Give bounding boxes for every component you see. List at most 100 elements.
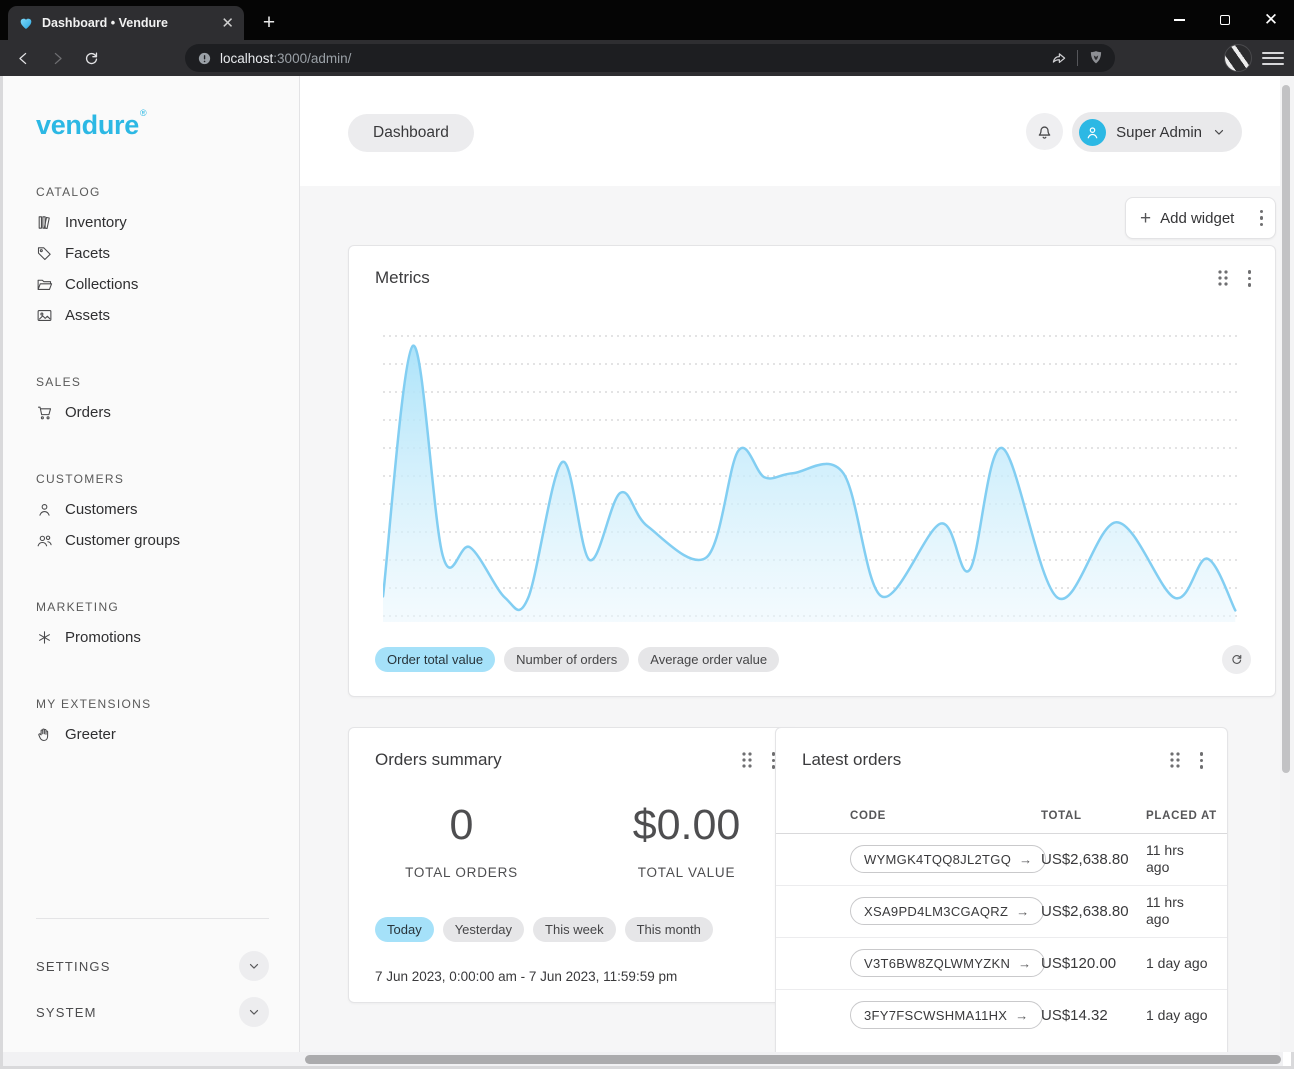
refresh-icon — [1229, 652, 1244, 667]
section-label-sales: SALES — [36, 375, 299, 389]
column-header-placed-at: PLACED AT — [1146, 810, 1227, 822]
sidebar-item-orders[interactable]: Orders — [3, 397, 299, 428]
sidebar-item-label: Greeter — [65, 726, 116, 743]
refresh-button[interactable] — [1222, 645, 1251, 674]
sidebar-item-customers[interactable]: Customers — [3, 494, 299, 525]
cart-icon — [36, 404, 53, 421]
total-orders-stat: 0 TOTAL ORDERS — [349, 801, 574, 880]
summary-filter-this-month[interactable]: This month — [625, 917, 713, 942]
add-widget-button[interactable]: + Add widget — [1125, 197, 1276, 239]
sidebar-item-greeter[interactable]: Greeter — [3, 719, 299, 750]
breadcrumb[interactable]: Dashboard — [348, 114, 474, 152]
hand-icon — [36, 726, 53, 743]
browser-toolbar: localhost:3000/admin/ — [0, 40, 1294, 76]
metric-tab-average-order-value[interactable]: Average order value — [638, 647, 779, 672]
order-placed-at: 1 day ago — [1146, 1007, 1227, 1024]
url-path: :3000/admin/ — [273, 51, 351, 66]
url-text: localhost:3000/admin/ — [220, 51, 1050, 66]
sidebar-item-settings[interactable]: SETTINGS — [36, 948, 269, 984]
brave-shield-icon[interactable] — [1087, 49, 1105, 67]
latest-orders-title: Latest orders — [802, 750, 901, 770]
summary-filter-today[interactable]: Today — [375, 917, 434, 942]
order-code-chip[interactable]: V3T6BW8ZQLWMYZKN→ — [850, 949, 1045, 977]
window-close-button[interactable]: ✕ — [1248, 0, 1294, 40]
latest-orders-table: CODETOTALPLACED ATWYMGK4TQQ8JL2TGQ→US$2,… — [776, 799, 1227, 1041]
settings-label: SETTINGS — [36, 959, 111, 974]
page-header: Dashboard Super Admin — [300, 76, 1283, 186]
drag-handle-icon[interactable] — [1168, 751, 1182, 769]
order-code-chip[interactable]: XSA9PD4LM3CGAQRZ→ — [850, 897, 1044, 925]
system-expand-button[interactable] — [239, 997, 269, 1027]
user-menu[interactable]: Super Admin — [1072, 112, 1242, 152]
site-info-icon[interactable] — [197, 51, 212, 66]
order-placed-at: 11 hrs ago — [1146, 894, 1227, 927]
browser-tab-strip: Dashboard • Vendure ✕ + ✕ — [0, 0, 1294, 40]
browser-window: Dashboard • Vendure ✕ + ✕ localhost:3000… — [0, 0, 1294, 1069]
summary-filter-this-week[interactable]: This week — [533, 917, 616, 942]
asterisk-icon — [36, 629, 53, 646]
column-header-total: TOTAL — [1041, 810, 1146, 822]
book-icon — [36, 214, 53, 231]
widget-menu-icon[interactable] — [1246, 268, 1254, 289]
reload-button[interactable] — [76, 43, 106, 73]
window-minimize-button[interactable] — [1156, 0, 1202, 40]
back-button[interactable] — [8, 43, 38, 73]
sidebar-divider — [36, 918, 269, 919]
forward-button[interactable] — [42, 43, 72, 73]
chevron-down-icon — [247, 1005, 261, 1019]
order-code-chip[interactable]: 3FY7FSCWSHMA11HX→ — [850, 1001, 1043, 1029]
arrow-right-icon: → — [1019, 852, 1032, 867]
section-label-catalog: CATALOG — [36, 185, 299, 199]
sidebar-item-inventory[interactable]: Inventory — [3, 207, 299, 238]
order-total: US$2,638.80 — [1041, 903, 1146, 920]
notifications-button[interactable] — [1026, 113, 1063, 150]
sidebar-item-label: Assets — [65, 307, 110, 324]
browser-profile-avatar[interactable] — [1224, 44, 1252, 72]
maximize-icon — [1220, 15, 1230, 25]
window-maximize-button[interactable] — [1202, 0, 1248, 40]
widget-menu-icon[interactable] — [1198, 750, 1206, 771]
horizontal-scrollbar-thumb[interactable] — [305, 1055, 1281, 1064]
orders-summary-widget: Orders summary 0 TOTAL ORDERS $0.00 — [348, 727, 800, 1003]
folder-icon — [36, 276, 53, 293]
sidebar-item-assets[interactable]: Assets — [3, 300, 299, 331]
share-icon[interactable] — [1050, 49, 1068, 67]
summary-filter-yesterday[interactable]: Yesterday — [443, 917, 524, 942]
table-header-row: CODETOTALPLACED AT — [776, 799, 1227, 833]
sidebar-item-promotions[interactable]: Promotions — [3, 622, 299, 653]
add-widget-menu-icon[interactable] — [1258, 208, 1266, 229]
order-placed-at: 11 hrs ago — [1146, 842, 1227, 875]
browser-menu-button[interactable] — [1262, 47, 1284, 69]
total-value-stat: $0.00 TOTAL VALUE — [574, 801, 799, 880]
date-range-text: 7 Jun 2023, 0:00:00 am - 7 Jun 2023, 11:… — [375, 969, 799, 984]
users-icon — [36, 532, 53, 549]
table-row: 3FY7FSCWSHMA11HX→US$14.321 day ago — [776, 989, 1227, 1041]
tab-close-icon[interactable]: ✕ — [221, 16, 234, 31]
sidebar-item-collections[interactable]: Collections — [3, 269, 299, 300]
browser-tab[interactable]: Dashboard • Vendure ✕ — [8, 6, 244, 40]
url-host: localhost — [220, 51, 273, 66]
address-bar[interactable]: localhost:3000/admin/ — [185, 44, 1115, 72]
order-total: US$2,638.80 — [1041, 851, 1146, 868]
metrics-widget: Metrics — [348, 245, 1276, 697]
sidebar-item-facets[interactable]: Facets — [3, 238, 299, 269]
metric-tab-order-total-value[interactable]: Order total value — [375, 647, 495, 672]
arrow-right-icon: → — [1015, 1008, 1028, 1023]
section-label-marketing: MARKETING — [36, 600, 299, 614]
registered-mark: ® — [140, 108, 146, 118]
drag-handle-icon[interactable] — [1216, 269, 1230, 287]
new-tab-button[interactable]: + — [256, 10, 282, 36]
order-code-chip[interactable]: WYMGK4TQQ8JL2TGQ→ — [850, 845, 1046, 873]
order-total: US$120.00 — [1041, 955, 1146, 972]
sidebar-item-customer-groups[interactable]: Customer groups — [3, 525, 299, 556]
minimize-icon — [1174, 19, 1185, 21]
metric-tab-number-of-orders[interactable]: Number of orders — [504, 647, 629, 672]
back-icon — [15, 50, 32, 67]
vertical-scrollbar-thumb[interactable] — [1282, 85, 1290, 773]
sidebar-item-system[interactable]: SYSTEM — [36, 994, 269, 1030]
settings-expand-button[interactable] — [239, 951, 269, 981]
table-row: V3T6BW8ZQLWMYZKN→US$120.001 day ago — [776, 937, 1227, 989]
table-row: WYMGK4TQQ8JL2TGQ→US$2,638.8011 hrs ago — [776, 833, 1227, 885]
drag-handle-icon[interactable] — [740, 751, 754, 769]
user-icon — [36, 501, 53, 518]
